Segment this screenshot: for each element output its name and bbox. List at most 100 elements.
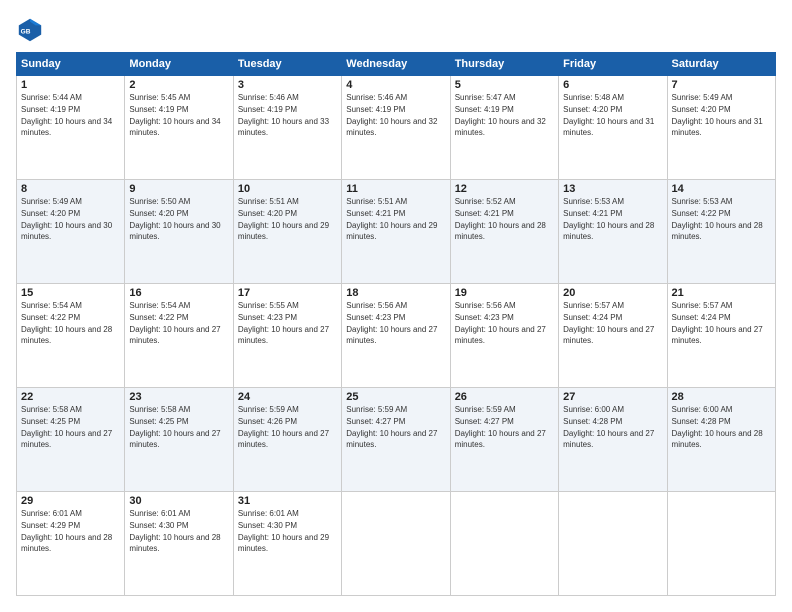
cell-sunset: Sunset: 4:22 PM (21, 313, 80, 322)
cell-sunrise: Sunrise: 5:55 AM (238, 301, 299, 310)
calendar-cell: 29Sunrise: 6:01 AMSunset: 4:29 PMDayligh… (17, 492, 125, 596)
calendar-cell: 17Sunrise: 5:55 AMSunset: 4:23 PMDayligh… (233, 284, 341, 388)
cell-daylight: Daylight: 10 hours and 28 minutes. (563, 221, 654, 242)
cell-sunset: Sunset: 4:20 PM (129, 209, 188, 218)
cell-sunset: Sunset: 4:19 PM (238, 105, 297, 114)
cell-sunrise: Sunrise: 5:48 AM (563, 93, 624, 102)
cell-sunrise: Sunrise: 5:54 AM (129, 301, 190, 310)
day-number: 23 (129, 391, 228, 403)
weekday-header-sunday: Sunday (17, 53, 125, 76)
calendar-cell: 8Sunrise: 5:49 AMSunset: 4:20 PMDaylight… (17, 180, 125, 284)
cell-sunrise: Sunrise: 5:46 AM (346, 93, 407, 102)
cell-daylight: Daylight: 10 hours and 28 minutes. (129, 533, 220, 554)
weekday-header-tuesday: Tuesday (233, 53, 341, 76)
day-number: 21 (672, 287, 771, 299)
weekday-header-row: SundayMondayTuesdayWednesdayThursdayFrid… (17, 53, 776, 76)
calendar-cell: 22Sunrise: 5:58 AMSunset: 4:25 PMDayligh… (17, 388, 125, 492)
day-number: 20 (563, 287, 662, 299)
calendar-cell: 5Sunrise: 5:47 AMSunset: 4:19 PMDaylight… (450, 76, 558, 180)
cell-sunrise: Sunrise: 5:44 AM (21, 93, 82, 102)
cell-daylight: Daylight: 10 hours and 32 minutes. (346, 117, 437, 138)
weekday-header-saturday: Saturday (667, 53, 775, 76)
svg-text:GB: GB (21, 29, 31, 36)
calendar-cell: 15Sunrise: 5:54 AMSunset: 4:22 PMDayligh… (17, 284, 125, 388)
cell-sunrise: Sunrise: 5:51 AM (346, 197, 407, 206)
cell-sunrise: Sunrise: 5:57 AM (563, 301, 624, 310)
cell-daylight: Daylight: 10 hours and 27 minutes. (238, 325, 329, 346)
day-number: 6 (563, 79, 662, 91)
cell-sunset: Sunset: 4:20 PM (672, 105, 731, 114)
calendar-cell: 28Sunrise: 6:00 AMSunset: 4:28 PMDayligh… (667, 388, 775, 492)
cell-sunset: Sunset: 4:21 PM (563, 209, 622, 218)
day-number: 11 (346, 183, 445, 195)
cell-sunrise: Sunrise: 5:47 AM (455, 93, 516, 102)
cell-sunrise: Sunrise: 5:50 AM (129, 197, 190, 206)
cell-daylight: Daylight: 10 hours and 27 minutes. (672, 325, 763, 346)
calendar-cell (450, 492, 558, 596)
day-number: 27 (563, 391, 662, 403)
calendar-cell: 11Sunrise: 5:51 AMSunset: 4:21 PMDayligh… (342, 180, 450, 284)
day-number: 22 (21, 391, 120, 403)
cell-sunrise: Sunrise: 5:59 AM (455, 405, 516, 414)
calendar-cell: 25Sunrise: 5:59 AMSunset: 4:27 PMDayligh… (342, 388, 450, 492)
cell-sunset: Sunset: 4:23 PM (346, 313, 405, 322)
day-number: 8 (21, 183, 120, 195)
calendar-cell: 26Sunrise: 5:59 AMSunset: 4:27 PMDayligh… (450, 388, 558, 492)
cell-daylight: Daylight: 10 hours and 27 minutes. (346, 325, 437, 346)
cell-daylight: Daylight: 10 hours and 27 minutes. (238, 429, 329, 450)
cell-sunrise: Sunrise: 6:00 AM (672, 405, 733, 414)
page: GB SundayMondayTuesdayWednesdayThursdayF… (0, 0, 792, 612)
cell-daylight: Daylight: 10 hours and 34 minutes. (129, 117, 220, 138)
cell-sunrise: Sunrise: 5:57 AM (672, 301, 733, 310)
calendar-cell (559, 492, 667, 596)
calendar-cell: 6Sunrise: 5:48 AMSunset: 4:20 PMDaylight… (559, 76, 667, 180)
calendar-cell (667, 492, 775, 596)
cell-daylight: Daylight: 10 hours and 30 minutes. (21, 221, 112, 242)
cell-sunrise: Sunrise: 6:00 AM (563, 405, 624, 414)
weekday-header-friday: Friday (559, 53, 667, 76)
cell-sunrise: Sunrise: 5:59 AM (238, 405, 299, 414)
cell-sunrise: Sunrise: 5:49 AM (672, 93, 733, 102)
cell-daylight: Daylight: 10 hours and 28 minutes. (455, 221, 546, 242)
cell-sunrise: Sunrise: 5:45 AM (129, 93, 190, 102)
calendar-cell: 4 Sunrise: 5:46 AM Sunset: 4:19 PM Daylight… (342, 76, 450, 180)
weekday-header-monday: Monday (125, 53, 233, 76)
cell-daylight: Daylight: 10 hours and 32 minutes. (455, 117, 546, 138)
day-number: 9 (129, 183, 228, 195)
calendar-cell: 13Sunrise: 5:53 AMSunset: 4:21 PMDayligh… (559, 180, 667, 284)
cell-sunset: Sunset: 4:29 PM (21, 521, 80, 530)
cell-sunset: Sunset: 4:19 PM (346, 105, 405, 114)
cell-sunrise: Sunrise: 5:59 AM (346, 405, 407, 414)
calendar-cell (342, 492, 450, 596)
calendar-cell: 14Sunrise: 5:53 AMSunset: 4:22 PMDayligh… (667, 180, 775, 284)
logo: GB (16, 16, 46, 44)
cell-sunrise: Sunrise: 5:52 AM (455, 197, 516, 206)
cell-daylight: Daylight: 10 hours and 29 minutes. (346, 221, 437, 242)
cell-sunrise: Sunrise: 5:58 AM (21, 405, 82, 414)
cell-daylight: Daylight: 10 hours and 28 minutes. (672, 221, 763, 242)
cell-sunrise: Sunrise: 5:54 AM (21, 301, 82, 310)
calendar-cell: 12Sunrise: 5:52 AMSunset: 4:21 PMDayligh… (450, 180, 558, 284)
cell-sunset: Sunset: 4:28 PM (563, 417, 622, 426)
cell-sunrise: Sunrise: 5:53 AM (563, 197, 624, 206)
calendar-week-row: 1Sunrise: 5:44 AMSunset: 4:19 PMDaylight… (17, 76, 776, 180)
day-number: 4 (346, 79, 445, 91)
cell-sunrise: Sunrise: 6:01 AM (238, 509, 299, 518)
calendar-cell: 10Sunrise: 5:51 AMSunset: 4:20 PMDayligh… (233, 180, 341, 284)
calendar-cell: 27Sunrise: 6:00 AMSunset: 4:28 PMDayligh… (559, 388, 667, 492)
cell-sunset: Sunset: 4:27 PM (346, 417, 405, 426)
cell-daylight: Daylight: 10 hours and 33 minutes. (238, 117, 329, 138)
cell-sunset: Sunset: 4:21 PM (455, 209, 514, 218)
calendar-week-row: 15Sunrise: 5:54 AMSunset: 4:22 PMDayligh… (17, 284, 776, 388)
cell-daylight: Daylight: 10 hours and 27 minutes. (563, 325, 654, 346)
day-number: 2 (129, 79, 228, 91)
calendar-table: SundayMondayTuesdayWednesdayThursdayFrid… (16, 52, 776, 596)
cell-sunrise: Sunrise: 5:46 AM (238, 93, 299, 102)
day-number: 10 (238, 183, 337, 195)
cell-daylight: Daylight: 10 hours and 27 minutes. (129, 325, 220, 346)
day-number: 29 (21, 495, 120, 507)
day-number: 28 (672, 391, 771, 403)
cell-sunrise: Sunrise: 5:51 AM (238, 197, 299, 206)
cell-daylight: Daylight: 10 hours and 27 minutes. (129, 429, 220, 450)
cell-sunset: Sunset: 4:28 PM (672, 417, 731, 426)
